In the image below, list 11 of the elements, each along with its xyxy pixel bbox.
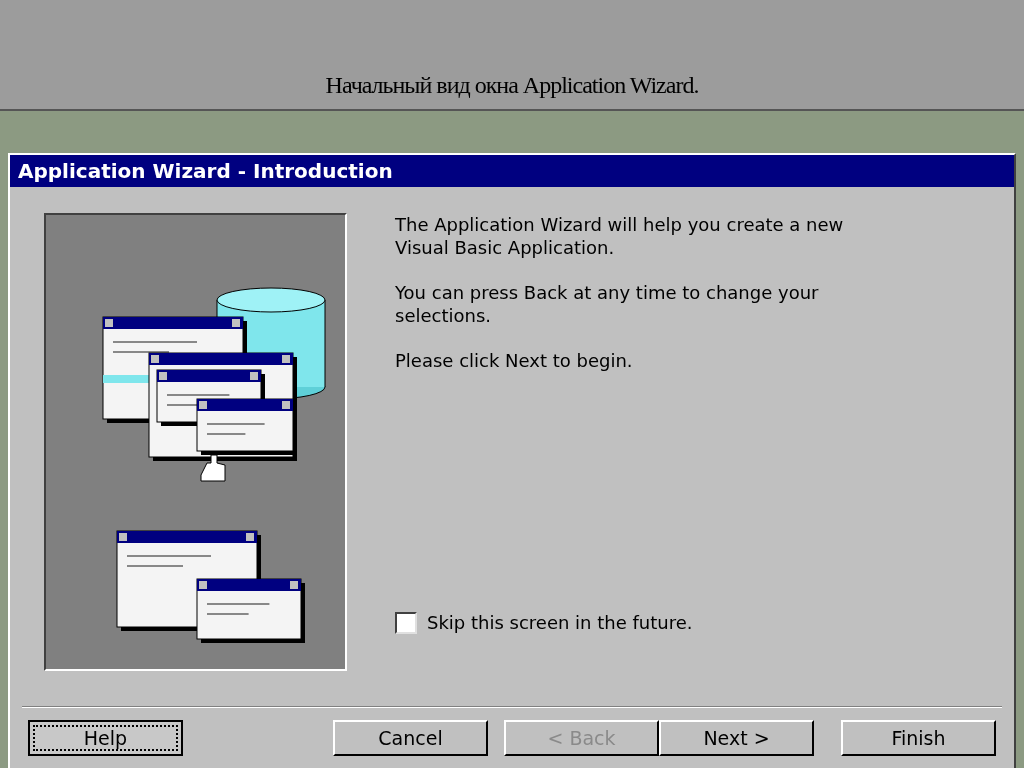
window-title: Application Wizard - Introduction (18, 158, 393, 185)
intro-text: You can press Back at any time to change your selections. (395, 281, 820, 327)
dialog-button[interactable]: Help (28, 720, 183, 756)
checkbox[interactable] (395, 611, 417, 634)
slide-title: Начальный вид окна Application Wizard. (325, 71, 699, 100)
intro-text: Please click Next to begin. (395, 349, 634, 372)
checkbox-label: Skip this screen in the future. (427, 611, 693, 635)
intro-text: The Application Wizard will help you create a new Visual Basic Application. (395, 213, 845, 259)
dialog-button[interactable]: Next > (659, 720, 814, 756)
dialog-button[interactable]: Finish (841, 720, 996, 756)
dialog-button[interactable]: Cancel (333, 720, 488, 756)
